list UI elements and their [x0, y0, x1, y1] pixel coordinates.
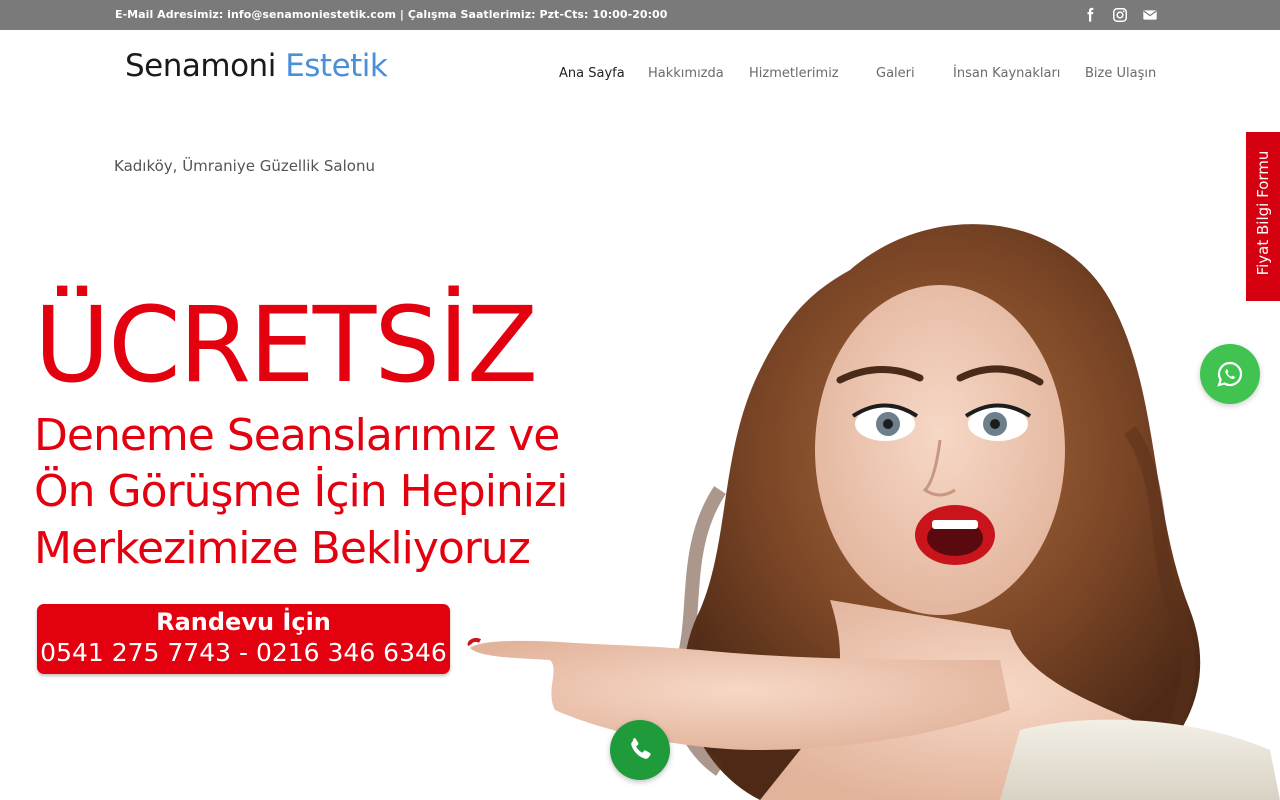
- phone-icon: [631, 738, 651, 759]
- nav-item-galeri[interactable]: Galeri: [876, 66, 915, 81]
- appointment-phones: 0541 275 7743 - 0216 346 6346: [40, 638, 447, 667]
- price-info-form-label: Fiyat Bilgi Formu: [1254, 150, 1272, 276]
- hero-line-3: Merkezimize Bekliyoruz: [34, 523, 531, 574]
- facebook-icon[interactable]: [1080, 5, 1100, 25]
- mail-icon[interactable]: [1140, 5, 1160, 25]
- whatsapp-button[interactable]: [1200, 344, 1260, 404]
- hero-line-2: Ön Görüşme İçin Hepinizi: [34, 466, 568, 517]
- top-info-bar: E-Mail Adresimiz: info@senamoniestetik.c…: [0, 0, 1280, 30]
- appointment-title: Randevu İçin: [156, 608, 331, 636]
- page-tagline: Kadıköy, Ümraniye Güzellik Salonu: [114, 157, 375, 175]
- hero-headline: ÜCRETSİZ: [34, 284, 538, 406]
- nav-item-hakkimizda[interactable]: Hakkımızda: [648, 66, 724, 81]
- instagram-icon[interactable]: [1110, 5, 1130, 25]
- hero-line-1: Deneme Seanslarımız ve: [34, 410, 560, 461]
- contact-info-text: E-Mail Adresimiz: info@senamoniestetik.c…: [115, 8, 668, 21]
- nav-item-bize-ulasin[interactable]: Bize Ulaşın: [1085, 66, 1156, 81]
- price-info-form-tab[interactable]: Fiyat Bilgi Formu: [1246, 132, 1280, 301]
- social-links: [1080, 5, 1160, 25]
- nav-item-ana-sayfa[interactable]: Ana Sayfa: [559, 66, 625, 81]
- main-nav: Ana Sayfa Hakkımızda Hizmetlerimiz Galer…: [0, 66, 1280, 86]
- nav-item-insan-kaynaklari[interactable]: İnsan Kaynakları: [953, 66, 1060, 81]
- call-button[interactable]: [610, 720, 670, 780]
- appointment-button[interactable]: Randevu İçin 0541 275 7743 - 0216 346 63…: [37, 604, 450, 674]
- whatsapp-icon: [1217, 361, 1242, 387]
- nav-item-hizmetlerimiz[interactable]: Hizmetlerimiz: [749, 66, 839, 81]
